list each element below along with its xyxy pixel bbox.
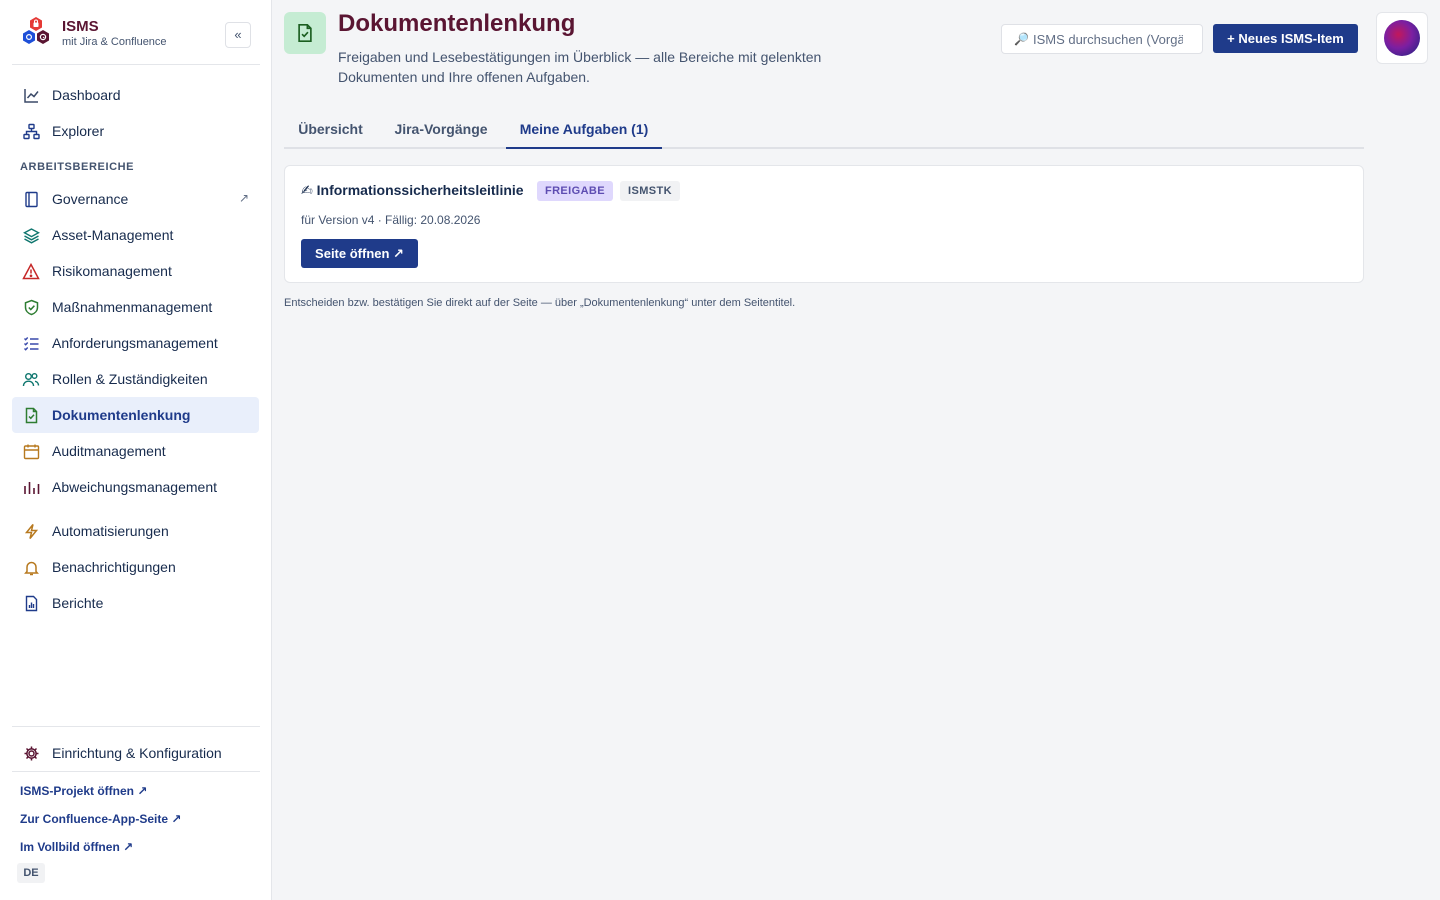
tab-bar: Übersicht Jira-Vorgänge Meine Aufgaben (…	[284, 110, 1364, 149]
bar-chart-icon	[22, 478, 40, 496]
sidebar-item-risk-management[interactable]: Risikomanagement	[12, 253, 259, 289]
sidebar-divider	[12, 771, 260, 772]
gear-icon	[22, 744, 40, 762]
writing-hand-icon: ✍	[301, 182, 313, 198]
sidebar-item-notifications[interactable]: Benachrichtigungen	[12, 549, 259, 585]
sidebar-item-label: Explorer	[52, 123, 105, 139]
sidebar-item-label: Asset-Management	[52, 227, 174, 243]
calendar-icon	[22, 442, 40, 460]
brand-subtitle: mit Jira & Confluence	[62, 36, 167, 48]
sidebar-item-automations[interactable]: Automatisierungen	[12, 513, 259, 549]
sidebar-item-document-control[interactable]: Dokumentenlenkung	[12, 397, 259, 433]
sidebar-item-label: Dokumentenlenkung	[52, 407, 191, 423]
report-icon	[22, 594, 40, 612]
sidebar-item-measures[interactable]: Maßnahmenmanagement	[12, 289, 259, 325]
isms-logo-icon	[23, 17, 49, 44]
shield-check-icon	[22, 298, 40, 316]
sidebar-item-requirements[interactable]: Anforderungsmanagement	[12, 325, 259, 361]
hint-text: Entscheiden bzw. bestätigen Sie direkt a…	[284, 297, 796, 309]
open-fullscreen-link[interactable]: Im Vollbild öffnen ↗	[20, 840, 133, 854]
sidebar-item-deviations[interactable]: Abweichungsmanagement	[12, 469, 259, 505]
sidebar-item-explorer[interactable]: Explorer	[12, 113, 259, 149]
brand-title: ISMS	[62, 18, 99, 35]
sidebar-divider	[12, 726, 260, 727]
new-isms-item-button[interactable]: + Neues ISMS-Item	[1213, 24, 1358, 53]
page-description: Freigaben und Lesebestätigungen im Überb…	[338, 49, 822, 85]
sidebar-item-label: Automatisierungen	[52, 523, 169, 539]
hierarchy-icon	[22, 122, 40, 140]
search-field[interactable]: 🔎	[1001, 24, 1203, 54]
sidebar-item-label: Anforderungsmanagement	[52, 335, 218, 351]
sidebar-item-roles[interactable]: Rollen & Zuständigkeiten	[12, 361, 259, 397]
search-input[interactable]	[1032, 31, 1183, 47]
confluence-app-page-link[interactable]: Zur Confluence-App-Seite ↗	[20, 812, 181, 826]
sidebar-item-label: Maßnahmenmanagement	[52, 299, 213, 315]
document-check-icon	[22, 406, 40, 424]
layers-icon	[22, 226, 40, 244]
sidebar-item-settings[interactable]: Einrichtung & Konfiguration	[12, 735, 259, 771]
document-check-icon	[298, 23, 312, 43]
sidebar-item-audit[interactable]: Auditmanagement	[12, 433, 259, 469]
sidebar-item-label: Risikomanagement	[52, 263, 172, 279]
task-title-text: Informationssicherheitsleitlinie	[316, 182, 524, 198]
avatar[interactable]	[1384, 20, 1420, 56]
external-link-icon: ↗	[238, 191, 249, 205]
project-key-badge: ISMSTK	[620, 181, 680, 201]
sidebar-item-label: Governance	[52, 191, 129, 207]
sidebar-item-asset-management[interactable]: Asset-Management	[12, 217, 259, 253]
collapse-sidebar-button[interactable]: «	[225, 22, 251, 48]
language-badge[interactable]: DE	[17, 863, 45, 883]
sidebar-item-dashboard[interactable]: Dashboard	[12, 77, 259, 113]
tab-my-tasks[interactable]: Meine Aufgaben (1)	[506, 110, 662, 149]
task-card: ✍ Informationssicherheitsleitlinie FREIG…	[284, 165, 1364, 283]
page-icon	[284, 12, 326, 54]
lightning-icon	[22, 522, 40, 540]
sidebar-item-label: Berichte	[52, 595, 104, 611]
chart-line-icon	[22, 86, 40, 104]
sidebar-item-label: Einrichtung & Konfiguration	[52, 745, 222, 761]
task-meta: für Version v4 · Fällig: 20.08.2026	[301, 213, 481, 227]
sidebar-item-label: Dashboard	[52, 87, 121, 103]
open-isms-project-link[interactable]: ISMS-Projekt öffnen ↗	[20, 784, 147, 798]
sidebar-divider	[12, 64, 260, 65]
bell-icon	[22, 558, 40, 576]
search-icon: 🔎	[1014, 32, 1029, 46]
page-title: Dokumentenlenkung	[338, 10, 576, 37]
sidebar-item-label: Benachrichtigungen	[52, 559, 176, 575]
sidebar: ISMS mit Jira & Confluence « Dashboard E…	[0, 0, 272, 900]
status-badge: FREIGABE	[537, 181, 613, 201]
tab-jira-issues[interactable]: Jira-Vorgänge	[381, 110, 501, 149]
book-icon	[22, 190, 40, 208]
sidebar-item-label: Rollen & Zuständigkeiten	[52, 371, 208, 387]
checklist-icon	[22, 334, 40, 352]
tab-overview[interactable]: Übersicht	[284, 110, 377, 149]
warning-icon	[22, 262, 40, 280]
open-page-button[interactable]: Seite öffnen ↗	[301, 239, 418, 268]
sidebar-item-label: Auditmanagement	[52, 443, 166, 459]
section-label-arbeitsbereiche: ARBEITSBEREICHE	[20, 161, 135, 173]
user-menu[interactable]	[1376, 12, 1428, 64]
brand[interactable]: ISMS mit Jira & Confluence	[20, 16, 260, 56]
task-title[interactable]: ✍ Informationssicherheitsleitlinie	[301, 182, 524, 199]
sidebar-item-label: Abweichungsmanagement	[52, 479, 217, 495]
people-icon	[22, 370, 40, 388]
sidebar-item-governance[interactable]: Governance ↗	[12, 181, 259, 217]
sidebar-item-reports[interactable]: Berichte	[12, 585, 259, 621]
